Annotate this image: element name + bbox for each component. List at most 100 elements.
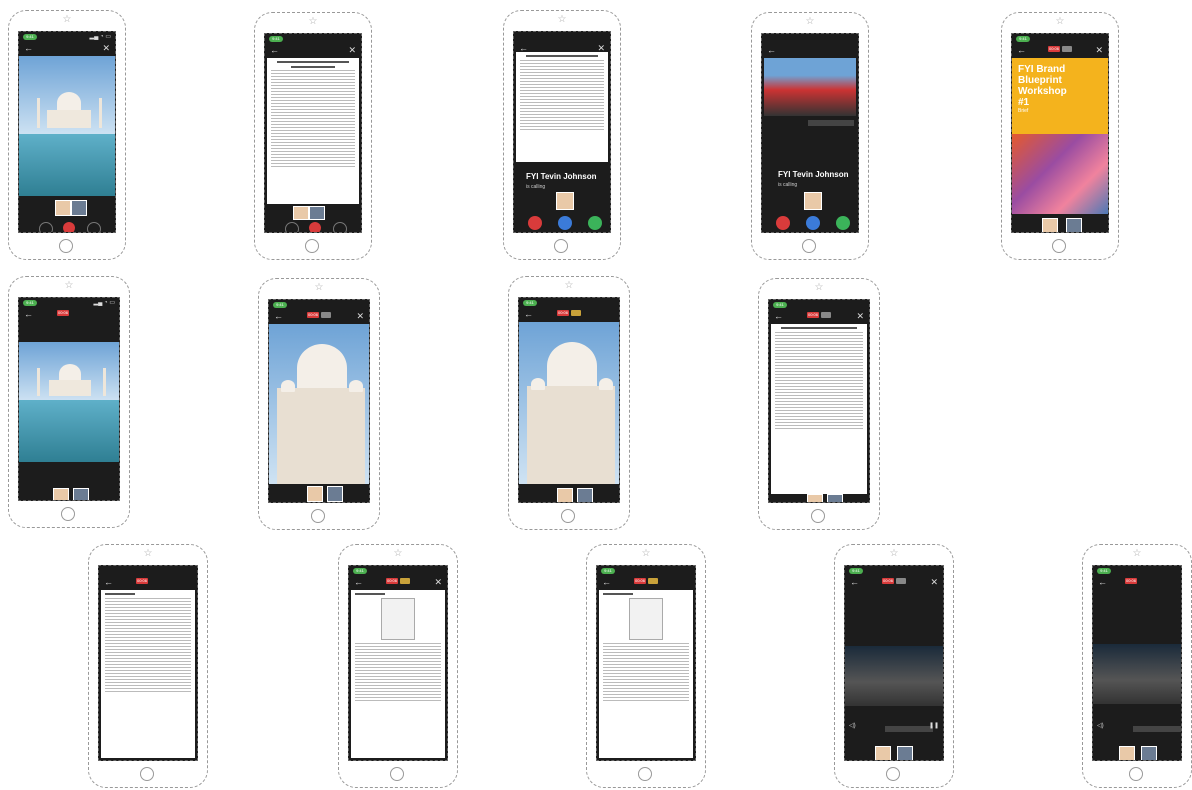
speaker-icon: ☆	[557, 14, 567, 25]
close-icon[interactable]: ✕	[930, 576, 938, 588]
back-arrow-icon[interactable]: ←	[270, 44, 279, 56]
video-scrubber[interactable]	[808, 120, 854, 126]
status-time: 9:41	[1097, 568, 1111, 574]
mic-icon[interactable]	[39, 222, 53, 232]
back-arrow-icon[interactable]: ←	[1098, 576, 1107, 588]
back-arrow-icon[interactable]: ←	[850, 576, 859, 588]
home-button[interactable]	[811, 509, 825, 523]
recording-indicator: 00:06	[634, 578, 658, 584]
shared-poster: FYI Brand Blueprint Workshop #1 Brief	[1012, 58, 1108, 214]
home-button[interactable]	[305, 239, 319, 253]
end-call-button[interactable]	[309, 222, 321, 232]
status-time: 9:41	[23, 34, 37, 40]
recording-indicator: 00:06	[136, 578, 148, 584]
home-button[interactable]	[886, 767, 900, 781]
close-icon[interactable]: ✕	[348, 44, 356, 56]
decline-button[interactable]	[776, 216, 790, 230]
video-scrubber[interactable]	[885, 726, 933, 732]
home-button[interactable]	[802, 239, 816, 253]
back-arrow-icon[interactable]: ←	[24, 308, 33, 320]
back-arrow-icon[interactable]: ←	[354, 576, 363, 588]
pause-icon[interactable]: ❚❚	[929, 722, 939, 729]
caller-name: FYI Tevin Johnson	[526, 172, 597, 181]
participant-avatar	[53, 488, 69, 500]
close-icon[interactable]: ✕	[434, 576, 442, 588]
accept-button[interactable]	[836, 216, 850, 230]
home-button[interactable]	[61, 507, 75, 521]
phone-frame-3: ☆ ← ✕ FYI Tevin Johnson is calling	[503, 10, 621, 260]
home-button[interactable]	[561, 509, 575, 523]
speaker-icon: ☆	[393, 548, 403, 559]
phone-frame-6: ☆ 9:41 ▂▄ ◔ ▭ ← 00:06	[8, 276, 130, 528]
home-button[interactable]	[638, 767, 652, 781]
participant-avatar	[55, 200, 71, 216]
home-button[interactable]	[311, 509, 325, 523]
phone-screen: 9:41 ▂▄ ◔ ▭ ← 00:06	[18, 297, 120, 501]
phone-screen: 9:41 ← 00:06	[596, 565, 696, 761]
back-arrow-icon[interactable]: ←	[602, 576, 611, 588]
recording-indicator: 00:06	[882, 578, 906, 584]
speaker-icon: ☆	[308, 16, 318, 27]
speaker-icon: ☆	[143, 548, 153, 559]
back-arrow-icon[interactable]: ←	[274, 310, 283, 322]
home-button[interactable]	[59, 239, 73, 253]
recording-indicator: 00:06	[1048, 46, 1072, 52]
shared-document	[101, 590, 195, 758]
recording-indicator: 00:06	[1125, 578, 1137, 584]
message-button[interactable]	[806, 216, 820, 230]
close-icon[interactable]: ✕	[356, 310, 364, 322]
back-arrow-icon[interactable]: ←	[524, 308, 533, 320]
mic-icon[interactable]	[285, 222, 299, 232]
participant-avatar	[633, 760, 649, 761]
phone-screen: 9:41 ← 00:06	[518, 297, 620, 503]
home-button[interactable]	[1129, 767, 1143, 781]
video-scrubber[interactable]	[1133, 726, 1181, 732]
back-arrow-icon[interactable]: ←	[24, 42, 33, 54]
speaker-icon: ☆	[1132, 548, 1142, 559]
back-arrow-icon[interactable]: ←	[1017, 44, 1026, 56]
accept-button[interactable]	[588, 216, 602, 230]
speaker-icon: ☆	[889, 548, 899, 559]
status-time: 9:41	[1016, 36, 1030, 42]
back-arrow-icon[interactable]: ←	[774, 310, 783, 322]
status-time: 9:41	[269, 36, 283, 42]
signal-icon: ▂▄ ◔ ▭	[93, 300, 116, 306]
caller-avatar	[804, 192, 822, 210]
phone-frame-12: ☆ 9:41 ← 00:06	[586, 544, 706, 788]
home-button[interactable]	[554, 239, 568, 253]
participant-avatar	[875, 746, 891, 760]
end-call-button[interactable]	[63, 222, 75, 232]
back-arrow-icon[interactable]: ←	[104, 576, 113, 588]
status-time: 9:41	[601, 568, 615, 574]
speaker-icon: ☆	[641, 548, 651, 559]
speaker-icon: ☆	[62, 14, 72, 25]
close-icon[interactable]: ✕	[856, 310, 864, 322]
close-icon[interactable]: ✕	[102, 42, 110, 54]
home-button[interactable]	[390, 767, 404, 781]
participant-avatar	[405, 760, 421, 761]
home-button[interactable]	[140, 767, 154, 781]
volume-icon[interactable]: ◁)	[849, 722, 856, 729]
caller-status: is calling	[778, 182, 798, 188]
speaker-toggle-icon[interactable]	[87, 222, 101, 232]
speaker-toggle-icon[interactable]	[333, 222, 347, 232]
status-time: 9:41	[273, 302, 287, 308]
phone-frame-1: ☆ 9:41 ▂▄ ◔ ▭ ← ✕	[8, 10, 126, 260]
caller-status: is calling	[526, 184, 546, 190]
shared-document	[599, 590, 693, 758]
decline-button[interactable]	[528, 216, 542, 230]
phone-screen: ← 00:06	[98, 565, 198, 761]
phone-frame-13: ☆ 9:41 ← 00:06 ✕ ◁) ❚❚	[834, 544, 954, 788]
phone-screen: 9:41 ← 00:06 ✕	[768, 299, 870, 503]
volume-icon[interactable]: ◁)	[1097, 722, 1104, 729]
phone-frame-2: ☆ 9:41 ← ✕	[254, 12, 372, 260]
home-button[interactable]	[1052, 239, 1066, 253]
speaker-icon: ☆	[814, 282, 824, 293]
phone-screen: ← FYI Tevin Johnson is calling	[761, 33, 859, 233]
close-icon[interactable]: ✕	[1095, 44, 1103, 56]
participant-avatar	[385, 760, 401, 761]
participant-avatar	[71, 200, 87, 216]
back-arrow-icon[interactable]: ←	[767, 44, 776, 56]
message-button[interactable]	[558, 216, 572, 230]
phone-frame-7: ☆ 9:41 ← 00:06 ✕	[258, 278, 380, 530]
